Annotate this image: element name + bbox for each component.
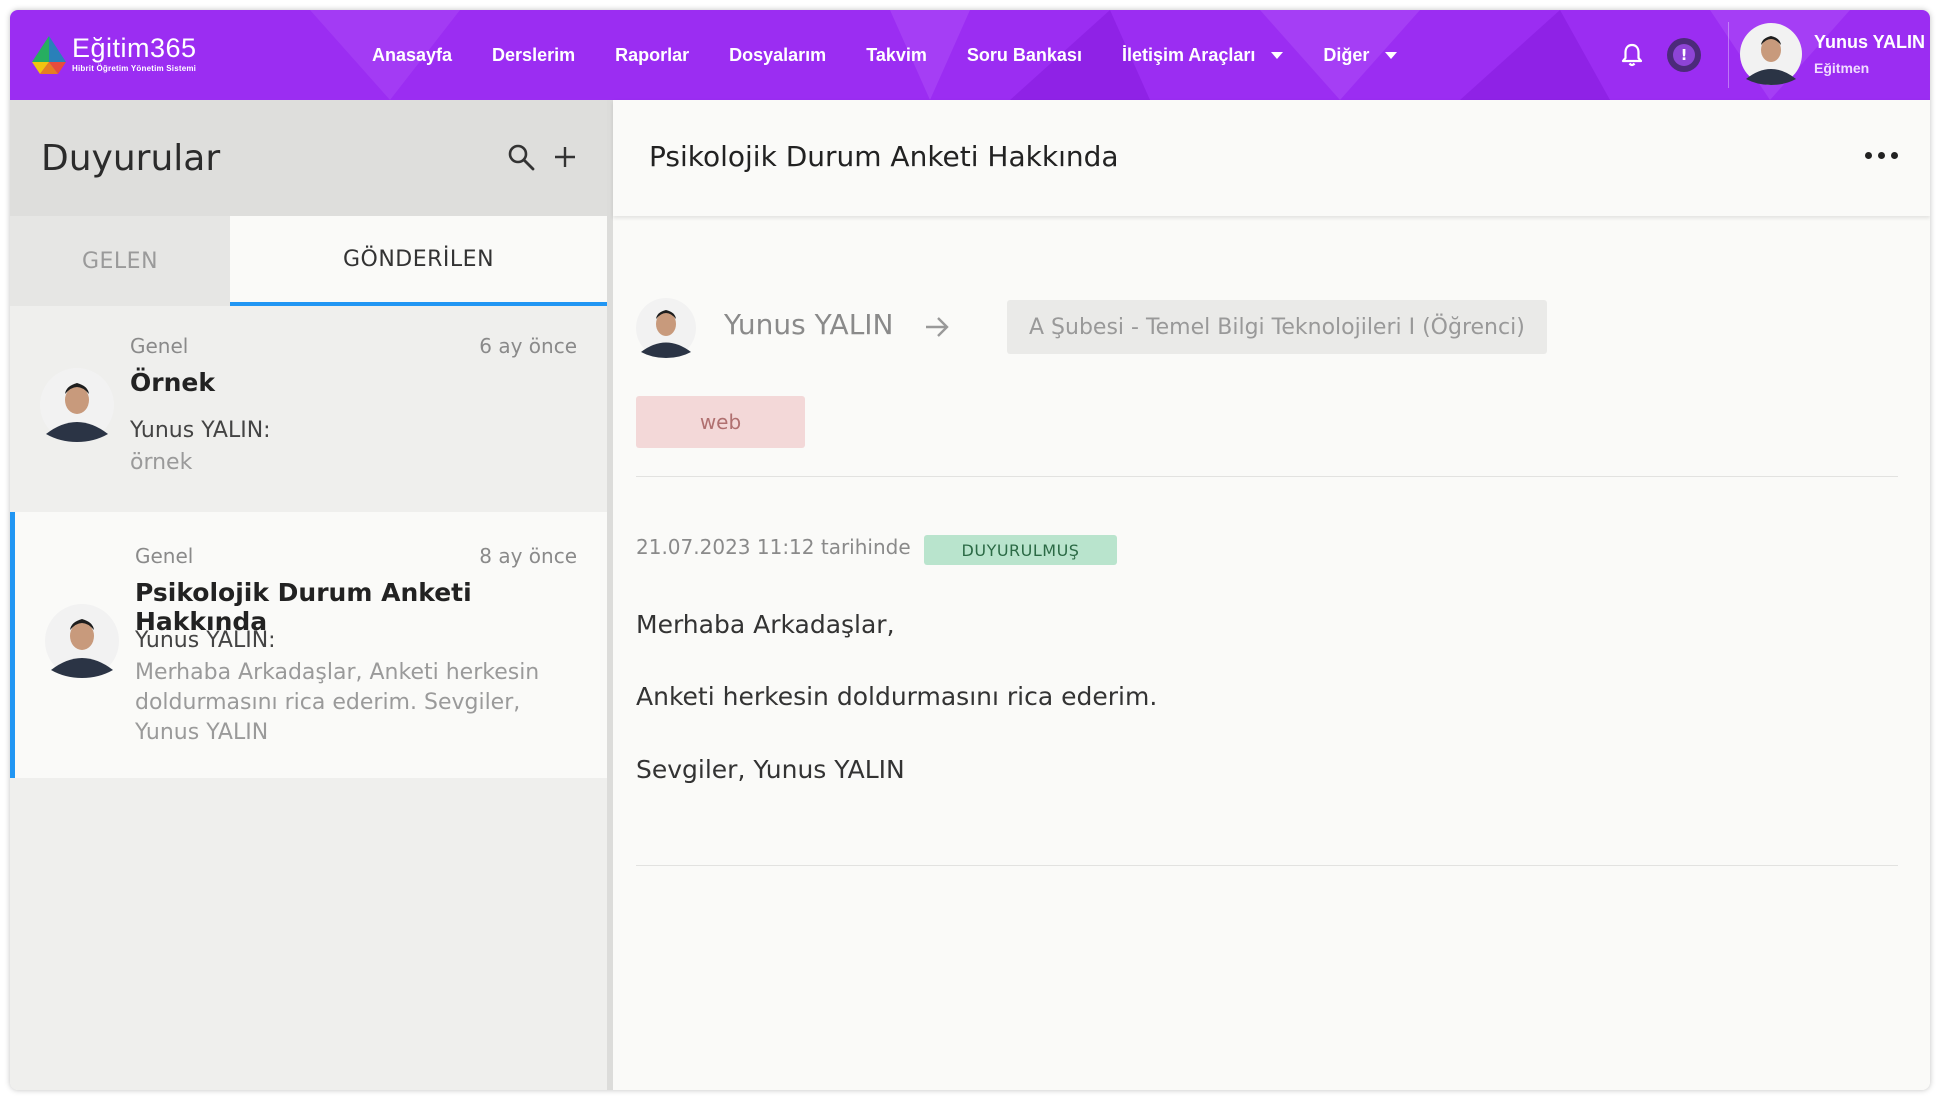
sidebar-header: Duyurular: [10, 100, 607, 216]
announcement-preview: örnek: [130, 448, 192, 478]
nav-item-soru-bankasi[interactable]: Soru Bankası: [967, 45, 1082, 66]
alert-icon-glyph: !: [1673, 44, 1695, 66]
sender-name: Yunus YALIN: [724, 308, 894, 341]
announcement-category: Genel: [135, 544, 194, 568]
status-badge: DUYURULMUŞ: [924, 535, 1117, 565]
preview-line: Yunus YALIN: [135, 720, 269, 745]
announcement-sender: Yunus YALIN:: [135, 628, 276, 653]
chevron-down-icon: [1271, 51, 1284, 59]
list-item-selected[interactable]: Genel 8 ay önce Psikolojik Durum Anketi …: [10, 512, 607, 778]
nav-label: Takvim: [866, 44, 927, 65]
logo-icon: [32, 36, 66, 74]
preview-line: örnek: [130, 450, 193, 475]
recipient-chip: A Şubesi - Temel Bilgi Teknolojileri I (…: [1007, 300, 1547, 354]
nav-item-derslerim[interactable]: Derslerim: [492, 45, 575, 66]
tag-badge: web: [636, 396, 805, 448]
nav-item-dosyalarim[interactable]: Dosyalarım: [729, 45, 826, 66]
page-title: Duyurular: [41, 138, 221, 179]
navbar-divider: [1728, 22, 1729, 88]
body-text: Anketi herkesin doldurmasını rica ederim…: [636, 682, 1158, 711]
announcement-time: 6 ay önce: [479, 334, 577, 358]
avatar: [636, 298, 696, 358]
brand-logo[interactable]: Eğitim365 Hibrit Öğretim Yönetim Sistemi: [30, 34, 197, 74]
list-item[interactable]: Genel 6 ay önce Örnek Yunus YALIN: örnek: [10, 306, 607, 512]
plus-icon[interactable]: [550, 142, 580, 172]
more-dot: [1891, 152, 1898, 159]
detail-header: Psikolojik Durum Anketi Hakkında: [613, 100, 1930, 216]
announcements-sidebar: Duyurular GELEN GÖNDERİLEN Genel 6 ay ön…: [10, 100, 607, 1090]
announcement-date: 21.07.2023 11:12 tarihinde: [636, 535, 911, 559]
body-text: Merhaba Arkadaşlar,: [636, 610, 895, 639]
nav-item-iletisim-araclari[interactable]: İletişim Araçları: [1121, 44, 1284, 66]
nav-label: Soru Bankası: [966, 44, 1082, 65]
user-role: Eğitmen: [1814, 60, 1870, 76]
nav-item-raporlar[interactable]: Raporlar: [615, 45, 689, 66]
preview-line: Merhaba Arkadaşlar, Anketi herkesin: [135, 660, 540, 685]
nav-label: Diğer: [1323, 44, 1370, 65]
bell-icon[interactable]: [1618, 41, 1646, 69]
announcement-time: 8 ay önce: [479, 544, 577, 568]
nav-label: Anasayfa: [372, 44, 453, 65]
avatar[interactable]: [1740, 23, 1802, 85]
nav-item-takvim[interactable]: Takvim: [866, 45, 927, 66]
preview-line: doldurmasını rica ederim. Sevgiler,: [135, 690, 521, 715]
nav-item-anasayfa[interactable]: Anasayfa: [372, 45, 452, 66]
announcement-preview: Merhaba Arkadaşlar, Anketi herkesin dold…: [135, 658, 539, 748]
alert-icon[interactable]: !: [1667, 38, 1701, 72]
nav-label: Dosyalarım: [729, 44, 827, 65]
search-icon[interactable]: [506, 142, 536, 172]
nav-item-diger[interactable]: Diğer: [1323, 44, 1398, 66]
tab-gelen[interactable]: GELEN: [10, 216, 230, 306]
brand-tagline: Hibrit Öğretim Yönetim Sistemi: [72, 64, 197, 73]
more-icon[interactable]: [1865, 152, 1898, 159]
announcement-sender: Yunus YALIN:: [130, 418, 271, 443]
announcement-title: Psikolojik Durum Anketi Hakkında: [649, 140, 1119, 173]
tab-gonderilen[interactable]: GÖNDERİLEN: [230, 216, 607, 306]
top-navbar: Eğitim365 Hibrit Öğretim Yönetim Sistemi…: [10, 10, 1930, 100]
nav-label: Derslerim: [492, 44, 576, 65]
divider: [636, 865, 1898, 866]
announcement-subject: Örnek: [130, 368, 215, 397]
more-dot: [1878, 152, 1885, 159]
divider: [636, 476, 1898, 477]
announcement-detail: Psikolojik Durum Anketi Hakkında Yunus Y…: [613, 100, 1930, 1090]
main-menu: Anasayfa Derslerim Raporlar Dosyalarım T…: [372, 10, 1437, 100]
body-text: Sevgiler, Yunus YALIN: [636, 755, 905, 784]
more-dot: [1865, 152, 1872, 159]
avatar: [40, 368, 114, 442]
user-name[interactable]: Yunus YALIN: [1814, 32, 1925, 53]
nav-label: İletişim Araçları: [1121, 44, 1256, 65]
announcement-tabs: GELEN GÖNDERİLEN: [10, 216, 607, 306]
arrow-right-icon: [926, 317, 949, 337]
avatar: [45, 604, 119, 678]
chevron-down-icon: [1385, 51, 1398, 59]
brand-name: Eğitim365: [72, 33, 197, 63]
announcement-category: Genel: [130, 334, 189, 358]
nav-label: Raporlar: [615, 44, 690, 65]
app-window: Eğitim365 Hibrit Öğretim Yönetim Sistemi…: [10, 10, 1930, 1090]
